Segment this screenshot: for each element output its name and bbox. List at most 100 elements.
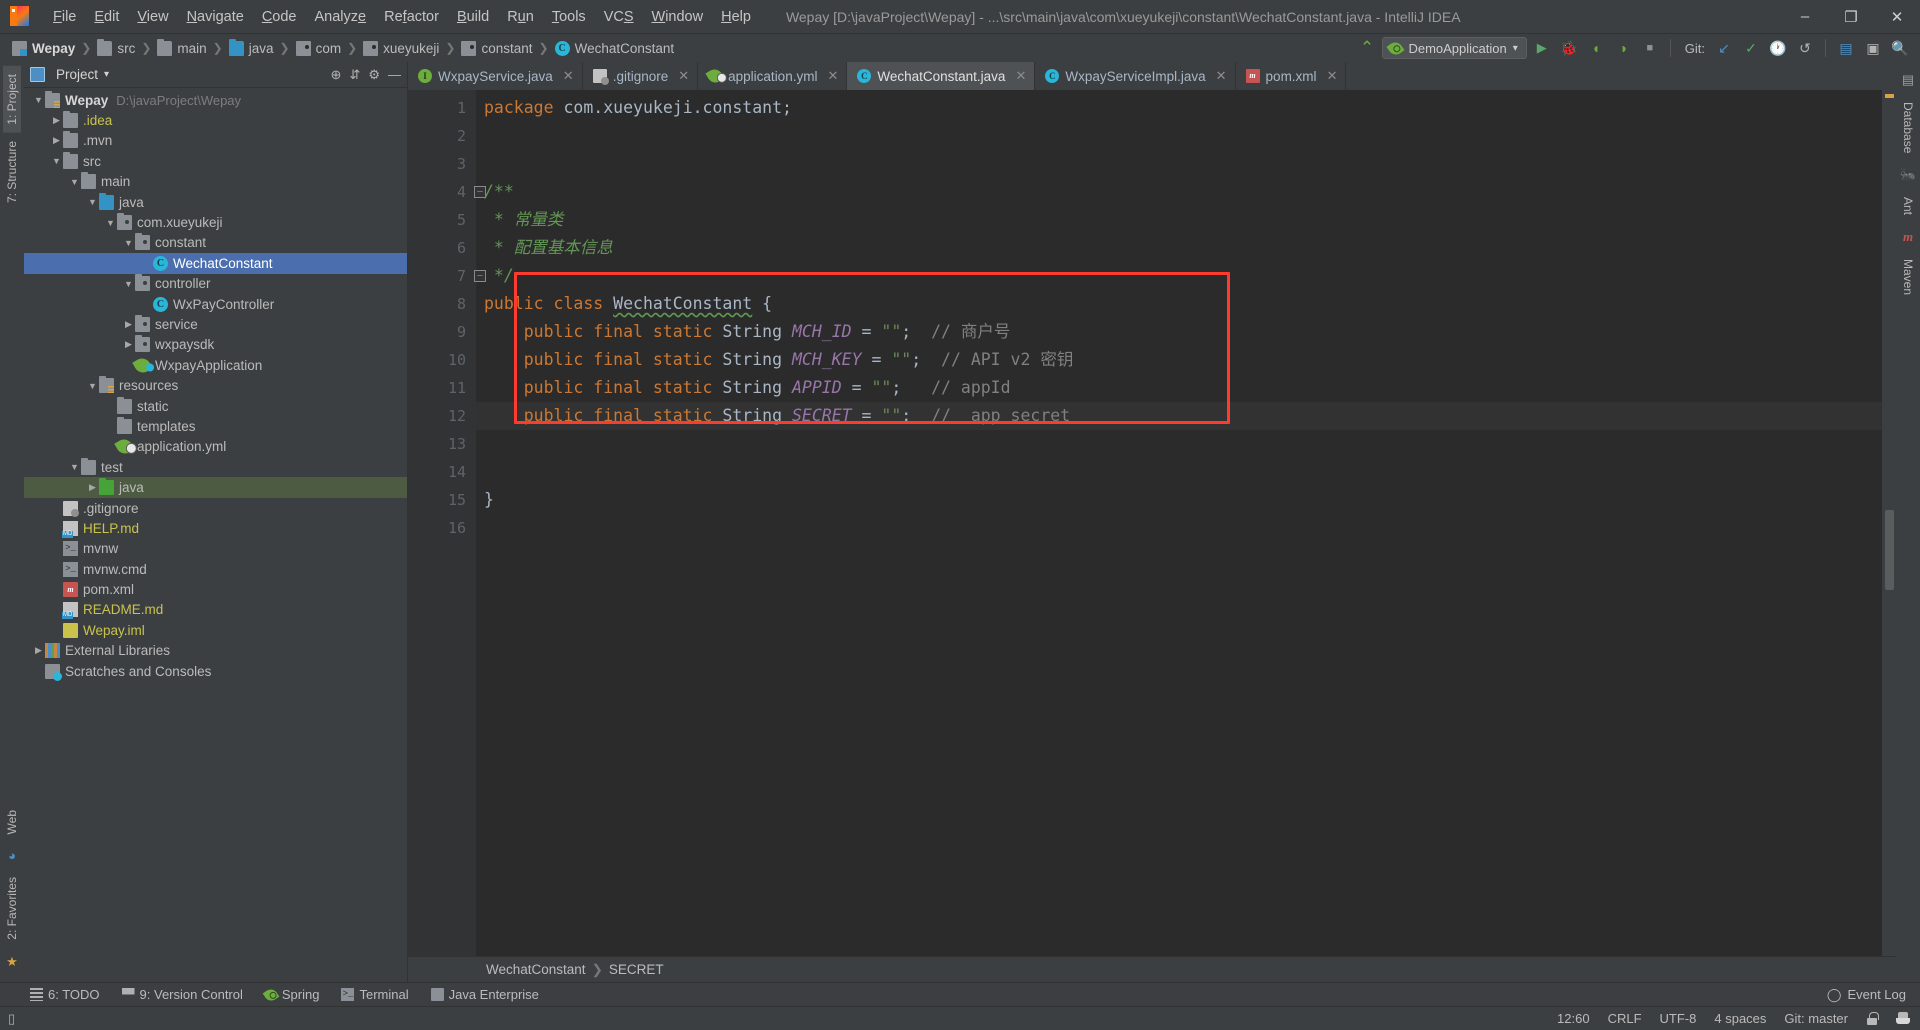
menu-file[interactable]: FFileile bbox=[44, 5, 85, 29]
menu-build[interactable]: Build bbox=[448, 5, 498, 29]
tree-node-service[interactable]: ▶ service bbox=[24, 314, 407, 334]
menu-window[interactable]: Window bbox=[643, 5, 713, 29]
project-tree[interactable]: ▼ Wepay D:\javaProject\Wepay ▶ .idea ▶ .mvn ▼ sr… bbox=[24, 88, 407, 982]
caret-position[interactable]: 12:60 bbox=[1557, 1011, 1590, 1026]
code-line-15[interactable]: } bbox=[476, 486, 1882, 514]
web-globe-icon[interactable]: ◕ bbox=[8, 848, 16, 863]
tool-button-java-enterprise[interactable]: Java Enterprise bbox=[430, 987, 539, 1002]
expand-arrow-open-icon[interactable]: ▼ bbox=[122, 238, 135, 248]
line-number-9[interactable]: 9 bbox=[408, 318, 476, 346]
expand-arrow-closed-icon[interactable]: ▶ bbox=[122, 339, 135, 350]
scrollbar-thumb[interactable] bbox=[1885, 510, 1894, 590]
menu-help[interactable]: Help bbox=[712, 5, 760, 29]
menu-bar[interactable]: FFileile Edit View Navigate Code Analyze… bbox=[44, 5, 760, 29]
line-separator[interactable]: CRLF bbox=[1608, 1011, 1642, 1026]
expand-arrow-open-icon[interactable]: ▼ bbox=[50, 156, 63, 166]
search-icon[interactable]: 🔍 bbox=[1888, 36, 1912, 60]
favorites-star-icon[interactable]: ★ bbox=[6, 954, 18, 970]
tree-node-wxpayapplication[interactable]: ·WxpayApplication bbox=[24, 355, 407, 376]
breadcrumb-item-src[interactable]: src bbox=[93, 38, 139, 57]
line-number-1[interactable]: 1 bbox=[408, 94, 476, 122]
hector-icon[interactable] bbox=[1896, 1012, 1910, 1025]
tree-node-com-xueyukeji[interactable]: ▼ com.xueyukeji bbox=[24, 212, 407, 232]
project-panel-title[interactable]: Project ▾ bbox=[30, 67, 109, 82]
breadcrumb-member[interactable]: SECRET bbox=[609, 962, 664, 977]
tree-node-templates[interactable]: · templates bbox=[24, 416, 407, 436]
editor-tab-pom-xml[interactable]: m pom.xml ✕ bbox=[1236, 62, 1347, 90]
memory-indicator-icon[interactable]: ▯ bbox=[8, 1011, 15, 1027]
expand-arrow-open-icon[interactable]: ▼ bbox=[122, 279, 135, 289]
ant-icon[interactable]: 🐜 bbox=[1900, 167, 1916, 183]
line-number-4[interactable]: 4– bbox=[408, 178, 486, 206]
minimize-button[interactable]: – bbox=[1782, 0, 1828, 34]
breadcrumb-item-java[interactable]: java bbox=[225, 38, 278, 57]
tree-node-wechatconstant[interactable]: ·C WechatConstant bbox=[24, 253, 407, 274]
tool-button-database[interactable]: Database bbox=[1899, 94, 1917, 161]
menu-edit[interactable]: Edit bbox=[85, 5, 128, 29]
line-number-gutter[interactable]: 1 2 3 4–5 6 7–8 9 10 11 12 13 14 15 16 bbox=[408, 90, 486, 956]
breadcrumb-item-main[interactable]: main bbox=[153, 38, 210, 57]
expand-arrow-closed-icon[interactable]: ▶ bbox=[122, 319, 135, 330]
hide-icon[interactable]: — bbox=[388, 67, 401, 82]
menu-vcs[interactable]: VCS bbox=[595, 5, 643, 29]
menu-navigate[interactable]: Navigate bbox=[178, 5, 253, 29]
tree-node-mvnw[interactable]: ·>_ mvnw bbox=[24, 539, 407, 559]
expand-arrow-open-icon[interactable]: ▼ bbox=[32, 95, 45, 105]
chevron-down-icon[interactable]: ▾ bbox=[104, 69, 109, 80]
run-with-coverage-icon[interactable]: ◖ bbox=[1584, 36, 1608, 60]
tree-node-src[interactable]: ▼ src bbox=[24, 151, 407, 171]
expand-arrow-open-icon[interactable]: ▼ bbox=[86, 197, 99, 207]
tree-node-wxpaycontroller[interactable]: ·C WxPayController bbox=[24, 294, 407, 314]
line-number-15[interactable]: 15 bbox=[408, 486, 476, 514]
expand-arrow-open-icon[interactable]: ▼ bbox=[68, 177, 81, 187]
tool-button-web[interactable]: Web bbox=[3, 802, 21, 842]
maximize-button[interactable]: ❐ bbox=[1828, 0, 1874, 34]
breadcrumb-item-class[interactable]: C WechatConstant bbox=[551, 40, 679, 57]
tool-button-maven[interactable]: Maven bbox=[1899, 251, 1917, 303]
code-line-7[interactable]: */ bbox=[476, 262, 1882, 290]
tree-node-scratches-and-consoles[interactable]: · Scratches and Consoles bbox=[24, 661, 407, 681]
line-number-5[interactable]: 5 bbox=[408, 206, 476, 234]
close-icon[interactable]: ✕ bbox=[827, 68, 838, 84]
close-icon[interactable]: ✕ bbox=[1216, 68, 1227, 84]
database-icon[interactable]: ▤ bbox=[1902, 72, 1914, 88]
history-icon[interactable]: 🕐 bbox=[1766, 36, 1790, 60]
line-number-11[interactable]: 11 bbox=[408, 374, 476, 402]
tree-node--mvn[interactable]: ▶ .mvn bbox=[24, 131, 407, 151]
editor-tab-wechatconstant-java[interactable]: C WechatConstant.java ✕ bbox=[847, 62, 1036, 90]
code-line-12[interactable]: public final static String SECRET = ""; … bbox=[476, 402, 1882, 430]
tree-node-constant[interactable]: ▼ constant bbox=[24, 233, 407, 253]
build-icon[interactable]: ⌃ bbox=[1355, 36, 1379, 60]
menu-code[interactable]: Code bbox=[253, 5, 306, 29]
code-line-3[interactable] bbox=[476, 150, 1882, 178]
expand-arrow-closed-icon[interactable]: ▶ bbox=[50, 135, 63, 146]
tool-button-structure[interactable]: 7: Structure bbox=[3, 133, 21, 211]
run-button[interactable]: ▶ bbox=[1530, 36, 1554, 60]
tree-node-main[interactable]: ▼ main bbox=[24, 172, 407, 192]
code-line-6[interactable]: * 配置基本信息 bbox=[476, 234, 1882, 262]
tree-node-help-md[interactable]: ·HELP.md bbox=[24, 518, 407, 538]
run-configuration-selector[interactable]: DemoApplication ▾ bbox=[1382, 37, 1527, 59]
close-button[interactable]: ✕ bbox=[1874, 0, 1920, 34]
expand-arrow-closed-icon[interactable]: ▶ bbox=[86, 482, 99, 493]
tool-button-version-control[interactable]: 9: Version Control bbox=[121, 987, 243, 1002]
code-content[interactable]: package com.xueyukeji.constant; /** * 常量… bbox=[476, 90, 1882, 956]
line-number-10[interactable]: 10 bbox=[408, 346, 476, 374]
line-number-3[interactable]: 3 bbox=[408, 150, 476, 178]
code-line-8[interactable]: public class WechatConstant { bbox=[476, 290, 1882, 318]
line-number-2[interactable]: 2 bbox=[408, 122, 476, 150]
line-number-16[interactable]: 16 bbox=[408, 514, 476, 542]
tree-node-controller[interactable]: ▼ controller bbox=[24, 274, 407, 294]
breadcrumb-item-project[interactable]: Wepay bbox=[8, 40, 79, 57]
tree-node-pom-xml[interactable]: ·m pom.xml bbox=[24, 579, 407, 599]
breadcrumb-item-com[interactable]: com bbox=[292, 40, 346, 57]
tree-node-mvnw-cmd[interactable]: ·>_ mvnw.cmd bbox=[24, 559, 407, 579]
code-editor[interactable]: 1 2 3 4–5 6 7–8 9 10 11 12 13 14 15 16 package com.xu… bbox=[408, 90, 1896, 956]
code-line-1[interactable]: package com.xueyukeji.constant; bbox=[476, 94, 1882, 122]
menu-view[interactable]: View bbox=[128, 5, 177, 29]
code-line-16[interactable] bbox=[476, 514, 1882, 542]
tree-node--gitignore[interactable]: · .gitignore bbox=[24, 498, 407, 518]
tree-node-java[interactable]: ▶ java bbox=[24, 477, 407, 498]
debug-icon[interactable]: 🐞 bbox=[1557, 36, 1581, 60]
menu-analyze[interactable]: Analyze bbox=[306, 5, 376, 29]
